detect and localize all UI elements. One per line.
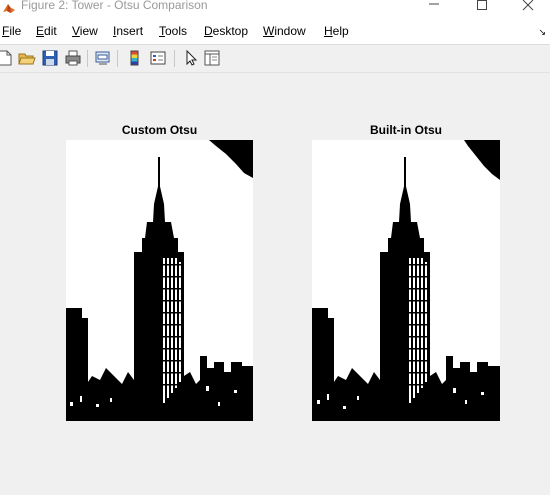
- new-figure-icon: [0, 50, 12, 66]
- menu-overflow-icon[interactable]: ↘: [538, 27, 546, 38]
- window-titlebar[interactable]: Figure 2: Tower - Otsu Comparison: [0, 0, 550, 18]
- property-inspector-button[interactable]: [203, 49, 221, 67]
- panel-title-builtin-otsu: Built-in Otsu: [370, 123, 442, 137]
- print-button[interactable]: [64, 49, 82, 67]
- edit-plot-arrow-icon: [186, 49, 198, 66]
- edit-plot-button[interactable]: [182, 49, 200, 67]
- toolbar-separator: [117, 50, 118, 67]
- close-icon: [522, 0, 534, 11]
- menu-window[interactable]: Window: [263, 24, 306, 38]
- toolbar-separator: [87, 50, 88, 67]
- save-button[interactable]: [41, 49, 59, 67]
- menu-help[interactable]: Help: [324, 24, 349, 38]
- insert-colorbar-button[interactable]: [126, 49, 144, 67]
- link-plot-icon: [95, 51, 110, 65]
- toolbar-separator: [174, 50, 175, 67]
- maximize-button[interactable]: [460, 0, 506, 18]
- minimize-button[interactable]: [412, 0, 458, 18]
- insert-legend-icon: [150, 51, 166, 65]
- binarized-tower-image: [66, 140, 253, 421]
- menu-insert[interactable]: Insert: [113, 24, 143, 38]
- property-inspector-icon: [204, 50, 220, 66]
- menu-bar: File Edit View Insert Tools Desktop Wind…: [0, 18, 550, 45]
- panel-title-custom-otsu: Custom Otsu: [121, 123, 198, 137]
- menu-edit[interactable]: Edit: [36, 24, 57, 38]
- new-figure-button[interactable]: [0, 49, 14, 67]
- menu-view[interactable]: View: [72, 24, 98, 38]
- menu-tools[interactable]: Tools: [159, 24, 187, 38]
- binarized-tower-image: [312, 140, 500, 421]
- custom-otsu-image[interactable]: [66, 140, 253, 421]
- minimize-icon: [429, 3, 439, 5]
- open-file-icon: [18, 53, 36, 65]
- print-icon: [65, 50, 81, 66]
- builtin-otsu-image[interactable]: [312, 140, 500, 421]
- insert-legend-button[interactable]: [149, 49, 167, 67]
- maximize-icon: [477, 0, 487, 10]
- insert-colorbar-icon: [130, 50, 139, 66]
- window-title: Figure 2: Tower - Otsu Comparison: [21, 0, 208, 12]
- figure-toolbar: [0, 45, 550, 73]
- link-plot-button[interactable]: [94, 49, 112, 67]
- save-icon: [42, 50, 58, 66]
- matlab-icon: [3, 4, 15, 13]
- open-file-button[interactable]: [18, 49, 36, 67]
- menu-desktop[interactable]: Desktop: [204, 24, 248, 38]
- menu-file[interactable]: File: [2, 24, 21, 38]
- close-button[interactable]: [506, 0, 550, 18]
